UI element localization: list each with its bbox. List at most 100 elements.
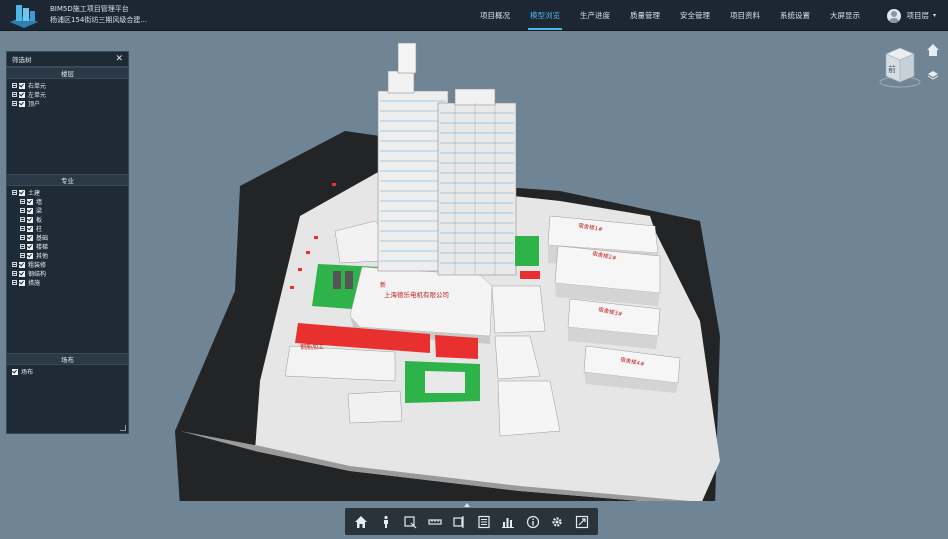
- expand-icon[interactable]: [12, 280, 17, 285]
- checkbox[interactable]: [27, 198, 33, 205]
- section-site-title: 场布: [7, 353, 128, 365]
- checkbox[interactable]: [19, 100, 25, 107]
- close-icon[interactable]: ✕: [115, 54, 123, 64]
- section-box-icon[interactable]: [451, 514, 467, 530]
- tree-item-discipline[interactable]: 柱: [12, 224, 123, 233]
- ruler-icon[interactable]: [427, 514, 443, 530]
- layers-icon[interactable]: [927, 66, 939, 80]
- toolbar-caret-icon: [464, 503, 470, 507]
- settings-gear-icon[interactable]: [549, 514, 565, 530]
- expand-icon[interactable]: [12, 190, 17, 195]
- tree-item-discipline[interactable]: 基础: [12, 233, 123, 242]
- expand-icon[interactable]: [20, 244, 25, 249]
- tree-item-discipline[interactable]: 钢结构: [12, 269, 123, 278]
- expand-icon[interactable]: [12, 101, 17, 106]
- expand-icon[interactable]: [12, 262, 17, 267]
- gate-building: [347, 390, 403, 424]
- main-nav: 项目概况 模型浏览 生产进度 质量管理 安全管理 项目资料 系统设置 大屏显示: [470, 0, 870, 31]
- platform-logo-icon: [6, 2, 42, 28]
- tree-item-discipline[interactable]: 板: [12, 215, 123, 224]
- tree-item-floor[interactable]: 左单元: [12, 90, 123, 99]
- tree-item-discipline[interactable]: 楼梯: [12, 242, 123, 251]
- tree-item-discipline[interactable]: 其他: [12, 251, 123, 260]
- checkbox[interactable]: [19, 270, 25, 277]
- nav-production-progress[interactable]: 生产进度: [570, 0, 620, 31]
- plaza-white: [425, 371, 465, 393]
- tree-item-discipline[interactable]: 墙: [12, 197, 123, 206]
- residential-tower-right[interactable]: [437, 88, 517, 276]
- nav-model-browse[interactable]: 模型浏览: [520, 0, 570, 31]
- filter-tree-panel: 筛选树 ✕ 楼层 右单元 左单元 顶户 专业 土建 墙 梁 板 柱 基础 楼梯 …: [6, 51, 129, 434]
- bottom-toolbar: [345, 508, 598, 535]
- garden-bench: [345, 271, 353, 289]
- home-icon[interactable]: [353, 514, 369, 530]
- factory-sign: 上海德乐电机有限公司: [384, 290, 449, 299]
- properties-icon[interactable]: [476, 514, 492, 530]
- nav-safety-management[interactable]: 安全管理: [670, 0, 720, 31]
- project-name[interactable]: 杨浦区154街坊三期风级合建...: [50, 15, 147, 26]
- user-role-label: 项目层: [906, 11, 929, 20]
- right-small-bldg-1: [491, 285, 546, 334]
- top-bar: BIM5D施工项目管理平台 杨浦区154街坊三期风级合建... 项目概况 模型浏…: [0, 0, 948, 31]
- home-view-icon[interactable]: [926, 42, 940, 56]
- info-icon[interactable]: [525, 514, 541, 530]
- tree-item-discipline[interactable]: 土建: [12, 188, 123, 197]
- walk-person-icon[interactable]: [378, 514, 394, 530]
- checkbox[interactable]: [27, 225, 33, 232]
- user-menu[interactable]: 项目层 ▾: [887, 0, 936, 31]
- site-tree: 场布: [7, 365, 128, 378]
- checkbox[interactable]: [19, 82, 25, 89]
- tower-base-red: [520, 271, 540, 279]
- residential-tower-left[interactable]: [377, 42, 449, 272]
- checkbox[interactable]: [27, 243, 33, 250]
- floors-tree: 右单元 左单元 顶户: [7, 79, 128, 110]
- measure-area-icon[interactable]: [402, 514, 418, 530]
- view-cube-face-label: 前: [888, 64, 896, 74]
- checkbox[interactable]: [27, 216, 33, 223]
- expand-icon[interactable]: [20, 226, 25, 231]
- chart-icon[interactable]: [500, 514, 516, 530]
- nav-project-documents[interactable]: 项目资料: [720, 0, 770, 31]
- model-viewport[interactable]: 新 上海德乐电机有限公司 钢筋加工 宿舍楼1# 宿舍楼2# 宿舍楼3# 宿舍楼4…: [0, 31, 948, 501]
- expand-icon[interactable]: [20, 253, 25, 258]
- factory-roof: [349, 266, 493, 337]
- checkbox[interactable]: [19, 279, 25, 286]
- expand-icon[interactable]: [20, 217, 25, 222]
- tree-item-discipline[interactable]: 梁: [12, 206, 123, 215]
- tree-item-floor[interactable]: 右单元: [12, 81, 123, 90]
- section-floors-title: 楼层: [7, 67, 128, 79]
- factory-new-mark: 新: [380, 281, 386, 289]
- nav-big-screen[interactable]: 大屏显示: [820, 0, 870, 31]
- tree-item-floor[interactable]: 顶户: [12, 99, 123, 108]
- tree-item-discipline[interactable]: 粗装修: [12, 260, 123, 269]
- section-discipline-title: 专业: [7, 174, 128, 186]
- view-cube[interactable]: 前: [878, 44, 922, 88]
- nav-system-settings[interactable]: 系统设置: [770, 0, 820, 31]
- nav-quality-management[interactable]: 质量管理: [620, 0, 670, 31]
- checkbox[interactable]: [12, 368, 18, 375]
- checkbox[interactable]: [19, 91, 25, 98]
- expand-icon[interactable]: [20, 208, 25, 213]
- expand-icon[interactable]: [12, 92, 17, 97]
- tree-item-discipline[interactable]: 措施: [12, 278, 123, 287]
- nav-project-overview[interactable]: 项目概况: [470, 0, 520, 31]
- expand-icon[interactable]: [20, 199, 25, 204]
- checkbox[interactable]: [27, 234, 33, 241]
- dorm-building-2[interactable]: 宿舍楼2#: [554, 245, 661, 306]
- checkbox[interactable]: [27, 207, 33, 214]
- lower-shed: [284, 345, 396, 382]
- expand-icon[interactable]: [12, 271, 17, 276]
- garden-bench: [333, 271, 341, 289]
- tower-base-green: [515, 236, 539, 266]
- checkbox[interactable]: [19, 261, 25, 268]
- fullscreen-icon[interactable]: [574, 514, 590, 530]
- discipline-tree: 土建 墙 梁 板 柱 基础 楼梯 其他 粗装修 钢结构 措施: [7, 186, 128, 289]
- checkbox[interactable]: [19, 189, 25, 196]
- tree-item-site[interactable]: 场布: [12, 367, 123, 376]
- expand-icon[interactable]: [20, 235, 25, 240]
- expand-icon[interactable]: [12, 83, 17, 88]
- panel-resize-handle[interactable]: [120, 425, 126, 431]
- checkbox[interactable]: [27, 252, 33, 259]
- filter-panel-title: 筛选树: [12, 56, 32, 64]
- rebar-zone-label: 钢筋加工: [300, 343, 324, 351]
